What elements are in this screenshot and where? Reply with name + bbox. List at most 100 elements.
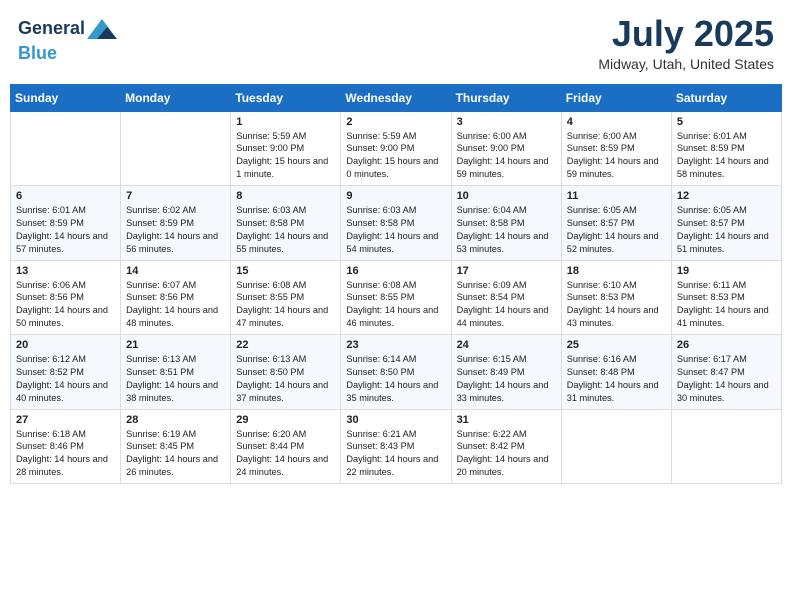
calendar-cell: [121, 111, 231, 186]
logo-icon: [87, 14, 117, 44]
day-info: Sunrise: 6:20 AMSunset: 8:44 PMDaylight:…: [236, 428, 335, 480]
calendar-week-4: 20 Sunrise: 6:12 AMSunset: 8:52 PMDayligh…: [11, 335, 782, 410]
day-info: Sunrise: 6:14 AMSunset: 8:50 PMDaylight:…: [346, 353, 445, 405]
calendar-cell: 28 Sunrise: 6:19 AMSunset: 8:45 PMDayligh…: [121, 409, 231, 484]
day-info: Sunrise: 6:13 AMSunset: 8:51 PMDaylight:…: [126, 353, 225, 405]
calendar-cell: 19 Sunrise: 6:11 AMSunset: 8:53 PMDayligh…: [671, 260, 781, 335]
calendar-cell: 29 Sunrise: 6:20 AMSunset: 8:44 PMDayligh…: [231, 409, 341, 484]
day-info: Sunrise: 6:11 AMSunset: 8:53 PMDaylight:…: [677, 279, 776, 331]
calendar-cell: 4Sunrise: 6:00 AMSunset: 8:59 PMDaylight…: [561, 111, 671, 186]
weekday-header-thursday: Thursday: [451, 84, 561, 111]
day-number: 30: [346, 414, 445, 426]
calendar-cell: 15 Sunrise: 6:08 AMSunset: 8:55 PMDayligh…: [231, 260, 341, 335]
day-number: 31: [457, 414, 556, 426]
day-number: 9: [346, 190, 445, 202]
calendar-cell: 7Sunrise: 6:02 AMSunset: 8:59 PMDaylight…: [121, 186, 231, 261]
calendar-cell: [561, 409, 671, 484]
day-number: 24: [457, 339, 556, 351]
calendar-cell: 10 Sunrise: 6:04 AMSunset: 8:58 PMDayligh…: [451, 186, 561, 261]
day-number: 20: [16, 339, 115, 351]
location: Midway, Utah, United States: [598, 56, 774, 72]
day-number: 19: [677, 265, 776, 277]
day-number: 2: [346, 116, 445, 128]
day-number: 25: [567, 339, 666, 351]
day-number: 28: [126, 414, 225, 426]
day-info: Sunrise: 6:00 AMSunset: 9:00 PMDaylight:…: [457, 130, 556, 182]
weekday-header-sunday: Sunday: [11, 84, 121, 111]
calendar-cell: 16Sunrise: 6:08 AMSunset: 8:55 PMDayligh…: [341, 260, 451, 335]
calendar-cell: 12 Sunrise: 6:05 AMSunset: 8:57 PMDayligh…: [671, 186, 781, 261]
day-info: Sunrise: 6:01 AMSunset: 8:59 PMDaylight:…: [677, 130, 776, 182]
day-number: 23: [346, 339, 445, 351]
day-number: 14: [126, 265, 225, 277]
day-info: Sunrise: 6:03 AMSunset: 8:58 PMDaylight:…: [236, 204, 335, 256]
calendar-cell: 14 Sunrise: 6:07 AMSunset: 8:56 PMDayligh…: [121, 260, 231, 335]
day-info: Sunrise: 6:01 AMSunset: 8:59 PMDaylight:…: [16, 204, 115, 256]
day-number: 15: [236, 265, 335, 277]
day-info: Sunrise: 6:15 AMSunset: 8:49 PMDaylight:…: [457, 353, 556, 405]
day-number: 3: [457, 116, 556, 128]
calendar-cell: 2 Sunrise: 5:59 AMSunset: 9:00 PMDaylight…: [341, 111, 451, 186]
weekday-header-friday: Friday: [561, 84, 671, 111]
calendar-cell: 8 Sunrise: 6:03 AMSunset: 8:58 PMDaylight…: [231, 186, 341, 261]
day-number: 12: [677, 190, 776, 202]
logo-blue: Blue: [18, 43, 57, 63]
calendar-week-3: 13 Sunrise: 6:06 AMSunset: 8:56 PMDayligh…: [11, 260, 782, 335]
day-info: Sunrise: 6:12 AMSunset: 8:52 PMDaylight:…: [16, 353, 115, 405]
day-info: Sunrise: 6:04 AMSunset: 8:58 PMDaylight:…: [457, 204, 556, 256]
day-info: Sunrise: 6:03 AMSunset: 8:58 PMDaylight:…: [346, 204, 445, 256]
day-info: Sunrise: 6:22 AMSunset: 8:42 PMDaylight:…: [457, 428, 556, 480]
day-info: Sunrise: 6:09 AMSunset: 8:54 PMDaylight:…: [457, 279, 556, 331]
calendar-cell: 18Sunrise: 6:10 AMSunset: 8:53 PMDayligh…: [561, 260, 671, 335]
day-info: Sunrise: 5:59 AMSunset: 9:00 PMDaylight:…: [236, 130, 335, 182]
calendar-cell: 9 Sunrise: 6:03 AMSunset: 8:58 PMDaylight…: [341, 186, 451, 261]
day-info: Sunrise: 6:10 AMSunset: 8:53 PMDaylight:…: [567, 279, 666, 331]
calendar-cell: 21 Sunrise: 6:13 AMSunset: 8:51 PMDayligh…: [121, 335, 231, 410]
calendar-cell: [671, 409, 781, 484]
day-info: Sunrise: 6:19 AMSunset: 8:45 PMDaylight:…: [126, 428, 225, 480]
day-number: 11: [567, 190, 666, 202]
day-info: Sunrise: 5:59 AMSunset: 9:00 PMDaylight:…: [346, 130, 445, 182]
day-info: Sunrise: 6:05 AMSunset: 8:57 PMDaylight:…: [567, 204, 666, 256]
calendar-week-2: 6Sunrise: 6:01 AMSunset: 8:59 PMDaylight…: [11, 186, 782, 261]
day-number: 17: [457, 265, 556, 277]
day-number: 21: [126, 339, 225, 351]
calendar-cell: 17 Sunrise: 6:09 AMSunset: 8:54 PMDayligh…: [451, 260, 561, 335]
calendar-cell: [11, 111, 121, 186]
day-info: Sunrise: 6:08 AMSunset: 8:55 PMDaylight:…: [346, 279, 445, 331]
page-header: GeneralBlue July 2025 Midway, Utah, Unit…: [10, 10, 782, 76]
logo-text: GeneralBlue: [18, 14, 117, 64]
day-info: Sunrise: 6:21 AMSunset: 8:43 PMDaylight:…: [346, 428, 445, 480]
logo: GeneralBlue: [18, 14, 117, 64]
day-number: 8: [236, 190, 335, 202]
weekday-header-saturday: Saturday: [671, 84, 781, 111]
calendar-cell: 30 Sunrise: 6:21 AMSunset: 8:43 PMDayligh…: [341, 409, 451, 484]
day-info: Sunrise: 6:16 AMSunset: 8:48 PMDaylight:…: [567, 353, 666, 405]
day-number: 26: [677, 339, 776, 351]
weekday-header-tuesday: Tuesday: [231, 84, 341, 111]
calendar-cell: 25 Sunrise: 6:16 AMSunset: 8:48 PMDayligh…: [561, 335, 671, 410]
day-number: 5: [677, 116, 776, 128]
calendar-cell: 1 Sunrise: 5:59 AMSunset: 9:00 PMDaylight…: [231, 111, 341, 186]
calendar-table: SundayMondayTuesdayWednesdayThursdayFrid…: [10, 84, 782, 485]
day-info: Sunrise: 6:06 AMSunset: 8:56 PMDaylight:…: [16, 279, 115, 331]
calendar-cell: 5 Sunrise: 6:01 AMSunset: 8:59 PMDaylight…: [671, 111, 781, 186]
day-info: Sunrise: 6:05 AMSunset: 8:57 PMDaylight:…: [677, 204, 776, 256]
calendar-week-5: 27Sunrise: 6:18 AMSunset: 8:46 PMDayligh…: [11, 409, 782, 484]
weekday-header-monday: Monday: [121, 84, 231, 111]
calendar-cell: 27Sunrise: 6:18 AMSunset: 8:46 PMDayligh…: [11, 409, 121, 484]
calendar-cell: 6Sunrise: 6:01 AMSunset: 8:59 PMDaylight…: [11, 186, 121, 261]
day-number: 13: [16, 265, 115, 277]
calendar-cell: 20 Sunrise: 6:12 AMSunset: 8:52 PMDayligh…: [11, 335, 121, 410]
day-info: Sunrise: 6:08 AMSunset: 8:55 PMDaylight:…: [236, 279, 335, 331]
calendar-cell: 13 Sunrise: 6:06 AMSunset: 8:56 PMDayligh…: [11, 260, 121, 335]
day-info: Sunrise: 6:07 AMSunset: 8:56 PMDaylight:…: [126, 279, 225, 331]
day-number: 10: [457, 190, 556, 202]
calendar-cell: 11 Sunrise: 6:05 AMSunset: 8:57 PMDayligh…: [561, 186, 671, 261]
day-info: Sunrise: 6:00 AMSunset: 8:59 PMDaylight:…: [567, 130, 666, 182]
calendar-cell: 22Sunrise: 6:13 AMSunset: 8:50 PMDayligh…: [231, 335, 341, 410]
calendar-cell: 3 Sunrise: 6:00 AMSunset: 9:00 PMDaylight…: [451, 111, 561, 186]
day-number: 1: [236, 116, 335, 128]
day-info: Sunrise: 6:17 AMSunset: 8:47 PMDaylight:…: [677, 353, 776, 405]
day-number: 29: [236, 414, 335, 426]
